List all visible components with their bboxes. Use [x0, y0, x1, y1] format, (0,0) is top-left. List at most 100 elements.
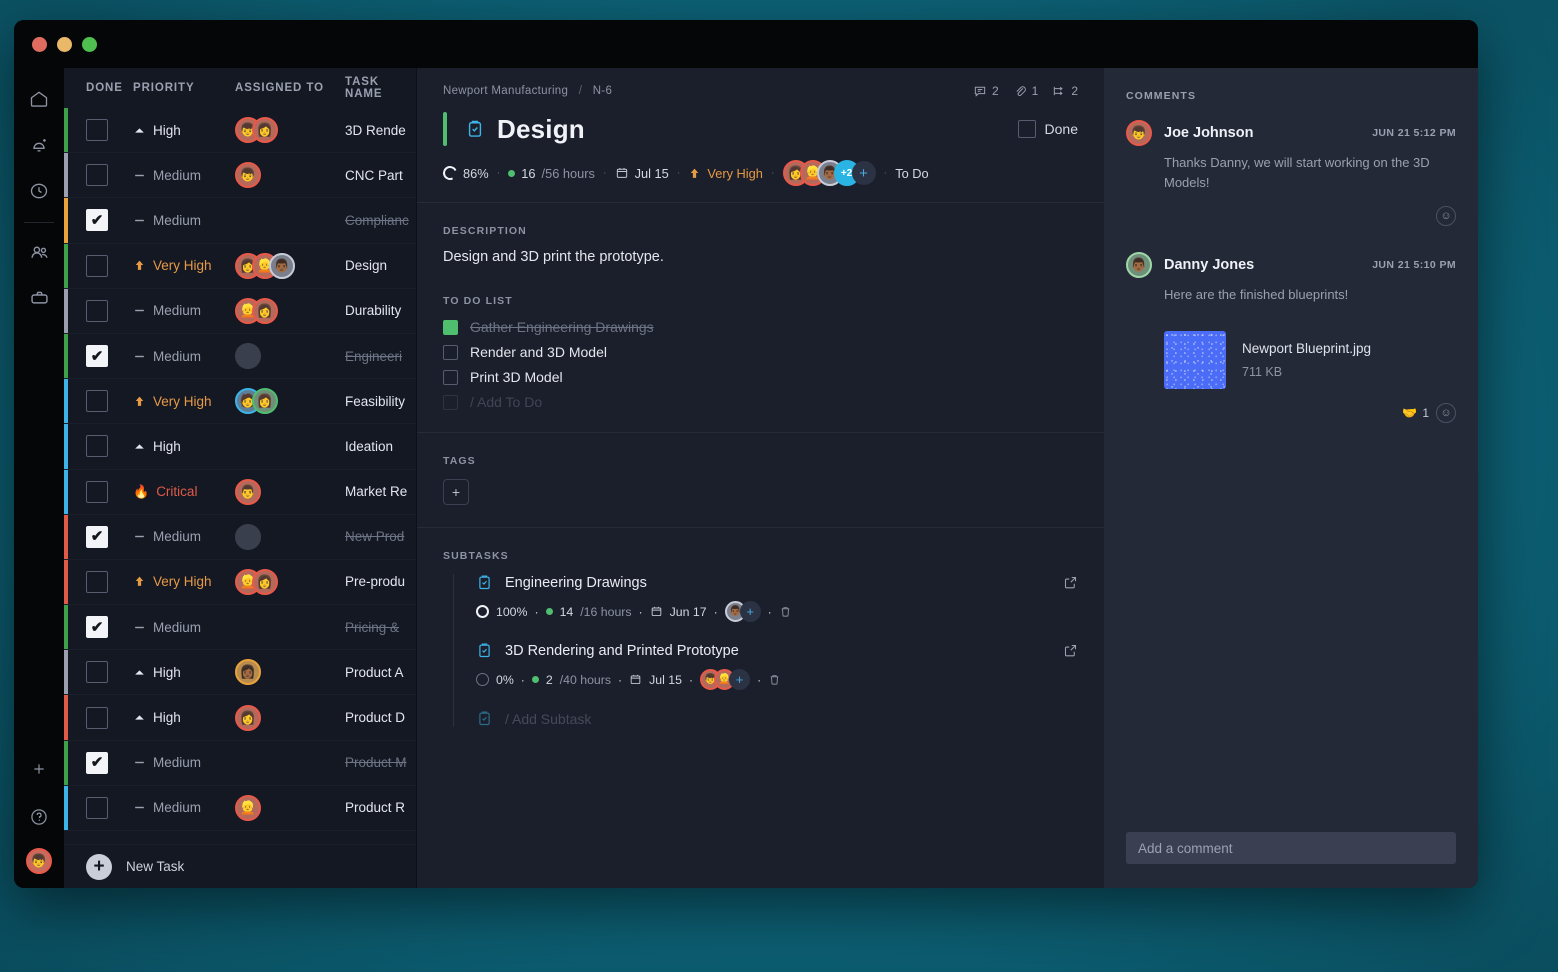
row-task-name[interactable]: Ideation	[345, 439, 416, 454]
due-date[interactable]: Jul 15	[615, 166, 669, 181]
table-row[interactable]: Medium Complianc	[64, 198, 416, 243]
row-done-checkbox[interactable]	[86, 661, 108, 683]
row-assignee-cell[interactable]: 👱👩	[235, 569, 345, 595]
table-row[interactable]: MediumNew Prod	[64, 515, 416, 560]
row-done-checkbox[interactable]	[86, 300, 108, 322]
avatar[interactable]: 👨	[235, 479, 261, 505]
row-task-name[interactable]: Product R	[345, 800, 416, 815]
row-assignee-cell[interactable]: 👩	[235, 705, 345, 731]
add-assignee-button[interactable]: +	[852, 161, 876, 185]
notifications-icon[interactable]	[22, 128, 56, 162]
row-assignee-cell[interactable]: 👦👩	[235, 117, 345, 143]
home-icon[interactable]	[22, 82, 56, 116]
avatar[interactable]: 👨🏾	[269, 253, 295, 279]
row-task-name[interactable]: Product D	[345, 710, 416, 725]
row-done-checkbox[interactable]	[86, 616, 108, 638]
avatar[interactable]: 👦	[26, 848, 52, 874]
row-assignee-cell[interactable]	[235, 524, 345, 550]
row-priority-cell[interactable]: Medium	[133, 800, 235, 815]
row-done-checkbox[interactable]	[86, 255, 108, 277]
row-assignee-cell[interactable]: 👦	[235, 162, 345, 188]
briefcase-icon[interactable]	[22, 281, 56, 315]
row-assignee-cell[interactable]: 🧑👩	[235, 388, 345, 414]
description-text[interactable]: Design and 3D print the prototype.	[443, 249, 1078, 265]
delete-subtask-icon[interactable]	[768, 673, 781, 686]
row-priority-cell[interactable]: Very High	[133, 574, 235, 589]
table-row[interactable]: MediumEngineeri	[64, 334, 416, 379]
row-priority-cell[interactable]: Medium	[133, 168, 235, 183]
table-row[interactable]: Medium👦CNC Part	[64, 153, 416, 198]
avatar[interactable]: 👩🏾	[235, 659, 261, 685]
row-task-name[interactable]: Feasibility	[345, 394, 416, 409]
row-task-name[interactable]: Pre-produ	[345, 574, 416, 589]
avatar[interactable]: 👨🏾	[1126, 252, 1152, 278]
row-priority-cell[interactable]: Very High	[133, 258, 235, 273]
table-row[interactable]: High👩 Product D	[64, 695, 416, 740]
table-row[interactable]: Medium Pricing &	[64, 605, 416, 650]
table-row[interactable]: MediumProduct M	[64, 741, 416, 786]
assignee-group[interactable]: 👩👱👨🏾+2+	[783, 160, 876, 186]
row-task-name[interactable]: Pricing &	[345, 620, 416, 635]
row-done-checkbox[interactable]	[86, 481, 108, 503]
table-row[interactable]: High👦👩3D Rende	[64, 108, 416, 153]
row-priority-cell[interactable]: Medium	[133, 349, 235, 364]
avatar[interactable]	[235, 343, 261, 369]
avatar[interactable]: 👩	[252, 569, 278, 595]
row-task-name[interactable]: 3D Rende	[345, 123, 416, 138]
row-priority-cell[interactable]: Medium	[133, 303, 235, 318]
comment-count[interactable]: 2	[973, 84, 999, 98]
row-done-checkbox[interactable]	[86, 209, 108, 231]
subtask-assignees[interactable]: 👦👱+	[700, 669, 750, 690]
open-subtask-icon[interactable]	[1063, 575, 1078, 590]
row-done-checkbox[interactable]	[86, 119, 108, 141]
avatar[interactable]: 👱	[235, 795, 261, 821]
row-priority-cell[interactable]: Medium	[133, 620, 235, 635]
list-item[interactable]: Gather Engineering Drawings	[443, 319, 1078, 335]
avatar[interactable]: 👩	[252, 298, 278, 324]
table-row[interactable]: High Ideation	[64, 424, 416, 469]
attachment-count[interactable]: 1	[1013, 84, 1039, 98]
avatar[interactable]: 👩	[252, 388, 278, 414]
delete-subtask-icon[interactable]	[779, 605, 792, 618]
avatar[interactable]: 👩	[235, 705, 261, 731]
progress-indicator[interactable]: 86%	[443, 166, 489, 181]
row-assignee-cell[interactable]	[235, 343, 345, 369]
row-task-name[interactable]: Complianc	[345, 213, 416, 228]
add-reaction-icon[interactable]: ☺	[1436, 403, 1456, 423]
subtask-count[interactable]: 2	[1052, 84, 1078, 98]
row-done-checkbox[interactable]	[86, 707, 108, 729]
status-value[interactable]: To Do	[895, 166, 928, 181]
close-button[interactable]	[32, 37, 47, 52]
row-done-checkbox[interactable]	[86, 390, 108, 412]
table-row[interactable]: Medium👱👩Durability	[64, 289, 416, 334]
recent-icon[interactable]	[22, 174, 56, 208]
add-icon[interactable]	[22, 752, 56, 786]
row-priority-cell[interactable]: Very High	[133, 394, 235, 409]
table-row[interactable]: High👩🏾Product A	[64, 650, 416, 695]
row-priority-cell[interactable]: High	[133, 439, 235, 454]
row-task-name[interactable]: Design	[345, 258, 416, 273]
add-subtask-row[interactable]: / Add Subtask	[476, 710, 1078, 727]
list-item[interactable]: Print 3D Model	[443, 369, 1078, 385]
list-item[interactable]: Render and 3D Model	[443, 344, 1078, 360]
todo-checkbox[interactable]	[443, 320, 458, 335]
row-priority-cell[interactable]: Medium	[133, 529, 235, 544]
add-reaction-icon[interactable]: ☺	[1436, 206, 1456, 226]
add-subtask-assignee-button[interactable]: +	[740, 601, 761, 622]
reaction-badge[interactable]: 🤝1	[1402, 406, 1429, 420]
row-done-checkbox[interactable]	[86, 435, 108, 457]
row-assignee-cell[interactable]: 👨	[235, 479, 345, 505]
help-icon[interactable]	[22, 800, 56, 834]
hours-indicator[interactable]: 16/56 hours	[508, 166, 595, 181]
done-checkbox[interactable]: Done	[1018, 120, 1078, 138]
row-task-name[interactable]: Durability	[345, 303, 416, 318]
row-priority-cell[interactable]: Medium	[133, 213, 235, 228]
row-done-checkbox[interactable]	[86, 797, 108, 819]
avatar[interactable]: 👩	[252, 117, 278, 143]
new-task-button[interactable]: + New Task	[64, 844, 416, 888]
subtask-title-row[interactable]: 3D Rendering and Printed Prototype	[476, 642, 1078, 659]
add-tag-button[interactable]: +	[443, 479, 469, 505]
add-todo-row[interactable]: / Add To Do	[443, 394, 1078, 410]
row-priority-cell[interactable]: High	[133, 710, 235, 725]
attachment-thumbnail[interactable]	[1164, 331, 1226, 389]
